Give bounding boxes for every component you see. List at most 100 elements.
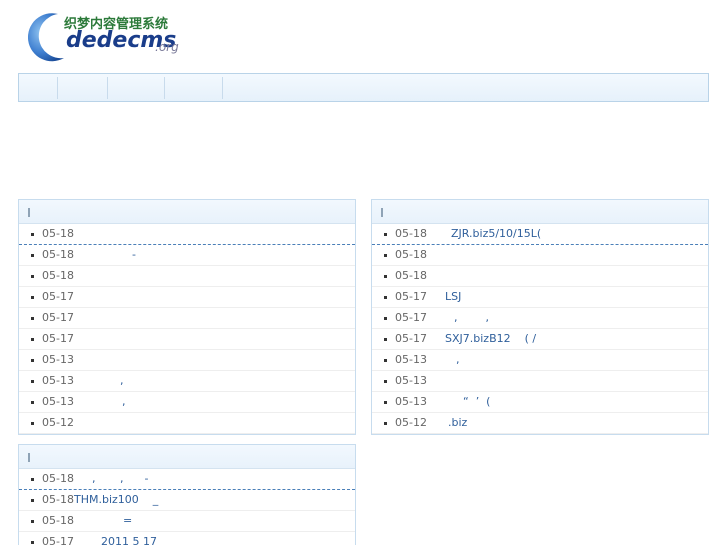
item-title-link[interactable]: THM.biz100 _ (74, 490, 158, 510)
bullet-icon (384, 254, 387, 257)
logo-domain-suffix: .org (155, 40, 179, 54)
list-item[interactable]: 05-18 , , - (19, 469, 355, 490)
item-date: 05-12 (395, 416, 427, 429)
item-date: 05-17 (42, 332, 74, 345)
item-date: 05-18 (395, 248, 427, 261)
bullet-icon (384, 317, 387, 320)
item-date: 05-12 (42, 416, 74, 429)
item-date: 05-13 (395, 374, 427, 387)
bullet-icon (31, 275, 34, 278)
item-date: 05-18 (42, 472, 74, 485)
item-title-link[interactable]: , , (454, 308, 489, 328)
item-title-link[interactable]: , (122, 392, 126, 412)
bullet-icon (31, 541, 34, 544)
header-marker-icon (28, 208, 30, 217)
item-date: 05-18 (42, 269, 74, 282)
bullet-icon (31, 233, 34, 236)
list-item[interactable]: 05-13 (19, 350, 355, 371)
list-item[interactable]: 05-17 (19, 329, 355, 350)
item-title-link[interactable]: , (120, 371, 124, 391)
header-marker-icon (28, 453, 30, 462)
list-item[interactable]: 05-18 (372, 266, 708, 287)
item-title-link[interactable]: “ ’ ( (463, 392, 490, 412)
news-panel-left-bottom: 05-18 , , - 05-18 THM.biz100 _ 05-18 = 05-1… (18, 444, 356, 545)
item-title-link[interactable]: SXJ7.bizB12 ( / (445, 329, 536, 349)
bullet-icon (31, 478, 34, 481)
item-date: 05-13 (42, 374, 74, 387)
list-item[interactable]: 05-18 (19, 224, 355, 245)
bullet-icon (384, 296, 387, 299)
item-date: 05-18 (42, 248, 74, 261)
panel-header (372, 200, 708, 224)
bullet-icon (31, 499, 34, 502)
bullet-icon (31, 254, 34, 257)
bullet-icon (31, 296, 34, 299)
bullet-icon (384, 338, 387, 341)
item-date: 05-17 (42, 290, 74, 303)
item-date: 05-17 (395, 332, 427, 345)
list-item[interactable]: 05-13, (19, 371, 355, 392)
list-item[interactable]: 05-12 (19, 413, 355, 434)
list-item[interactable]: 05-17 2011 5 17 (19, 532, 355, 545)
bullet-icon (31, 422, 34, 425)
item-title-link[interactable]: 2011 5 17 (101, 532, 157, 545)
main-navigation (18, 73, 709, 102)
item-date: 05-13 (395, 395, 427, 408)
bullet-icon (384, 275, 387, 278)
list-item[interactable]: 05-17 , , (372, 308, 708, 329)
bullet-icon (31, 520, 34, 523)
article-list: 05-18 05-18 - 05-18 05-17 05-17 05-17 05-… (19, 224, 355, 434)
item-title-link[interactable]: = (123, 511, 132, 531)
item-date: 05-17 (395, 290, 427, 303)
item-title-link[interactable]: ZJR.biz5/10/15L( (451, 224, 541, 244)
bullet-icon (384, 401, 387, 404)
nav-item-4[interactable] (165, 77, 223, 99)
item-title-link[interactable]: - (132, 245, 136, 265)
article-list: 05-18 ZJR.biz5/10/15L( 05-18 05-18 05-17 L… (372, 224, 708, 434)
article-list: 05-18 , , - 05-18 THM.biz100 _ 05-18 = 05-1… (19, 469, 355, 545)
list-item[interactable]: 05-13, (372, 350, 708, 371)
list-item[interactable]: 05-17 SXJ7.bizB12 ( / (372, 329, 708, 350)
nav-item-2[interactable] (58, 77, 108, 99)
item-date: 05-18 (395, 269, 427, 282)
item-date: 05-18 (42, 227, 74, 240)
list-item[interactable]: 05-17 LSJ (372, 287, 708, 308)
news-panel-right: 05-18 ZJR.biz5/10/15L( 05-18 05-18 05-17 L… (371, 199, 709, 435)
item-title-link[interactable]: LSJ (445, 287, 461, 307)
bullet-icon (384, 359, 387, 362)
list-item[interactable]: 05-17 (19, 308, 355, 329)
list-item[interactable]: 05-18 ZJR.biz5/10/15L( (372, 224, 708, 245)
panel-header (19, 200, 355, 224)
bullet-icon (384, 422, 387, 425)
bullet-icon (384, 233, 387, 236)
item-title-link[interactable]: , (456, 350, 460, 370)
list-item[interactable]: 05-18 (372, 245, 708, 266)
list-item[interactable]: 05-12 .biz (372, 413, 708, 434)
item-date: 05-13 (42, 353, 74, 366)
item-date: 05-17 (395, 311, 427, 324)
list-item[interactable]: 05-13, (19, 392, 355, 413)
item-title-link[interactable]: , , - (92, 469, 148, 489)
list-item[interactable]: 05-18 THM.biz100 _ (19, 490, 355, 511)
item-date: 05-17 (42, 311, 74, 324)
nav-item-1[interactable] (19, 77, 58, 99)
item-date: 05-17 (42, 535, 74, 545)
header-marker-icon (381, 208, 383, 217)
list-item[interactable]: 05-13 “ ’ ( (372, 392, 708, 413)
item-title-link[interactable]: .biz (448, 413, 467, 433)
news-panel-left: 05-18 05-18 - 05-18 05-17 05-17 05-17 05-… (18, 199, 356, 435)
bullet-icon (31, 359, 34, 362)
list-item[interactable]: 05-18 (19, 266, 355, 287)
list-item[interactable]: 05-18 - (19, 245, 355, 266)
list-item[interactable]: 05-13 (372, 371, 708, 392)
nav-item-3[interactable] (108, 77, 165, 99)
item-date: 05-18 (395, 227, 427, 240)
item-date: 05-18 (42, 493, 74, 506)
list-item[interactable]: 05-18 = (19, 511, 355, 532)
site-logo[interactable]: 织梦内容管理系统 dedecms .org (28, 10, 188, 62)
item-date: 05-13 (395, 353, 427, 366)
list-item[interactable]: 05-17 (19, 287, 355, 308)
bullet-icon (384, 380, 387, 383)
item-date: 05-13 (42, 395, 74, 408)
bullet-icon (31, 401, 34, 404)
